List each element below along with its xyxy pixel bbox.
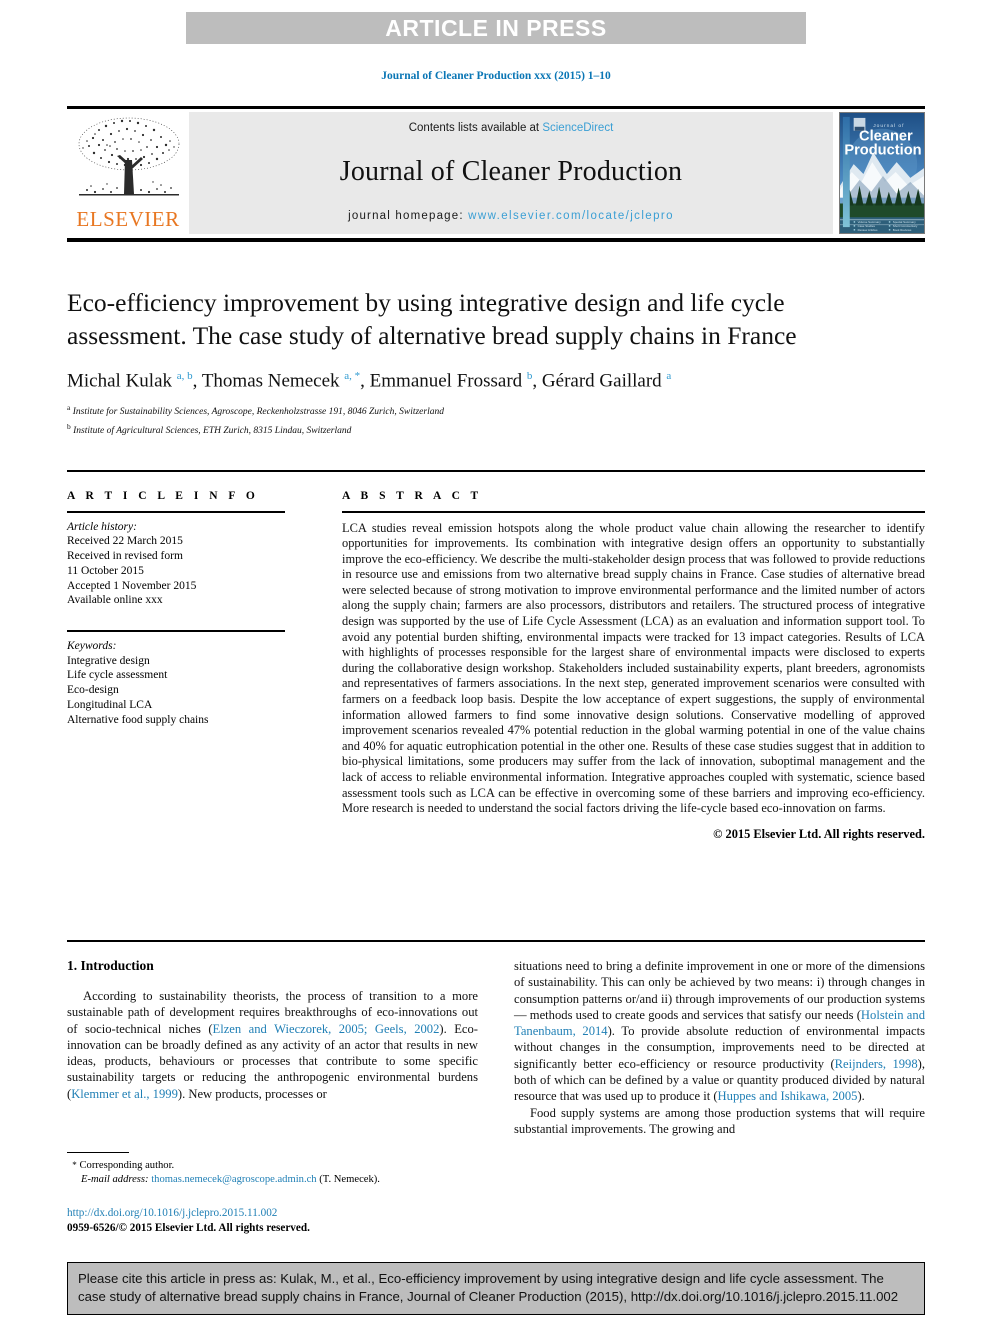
journal-title: Journal of Cleaner Production [339,156,683,187]
elsevier-logo: ELSEVIER [67,112,189,234]
abstract-section-bottom-rule [67,940,925,942]
issn-copyright-line: 0959-6526/© 2015 Elsevier Ltd. All right… [67,1221,310,1234]
masthead-bottom-rule [67,238,925,242]
email-link[interactable]: thomas.nemecek@agroscope.admin.ch [151,1174,316,1185]
affiliation-b-text: Institute of Agricultural Sciences, ETH … [73,426,352,437]
abstract-column: A B S T R A C T LCA studies reveal emiss… [342,490,925,842]
corresponding-author-text: Corresponding author. [79,1160,175,1171]
keyword-4: Alternative food supply chains [67,713,209,726]
body-column-left: 1. Introduction According to sustainabil… [67,958,478,1102]
journal-homepage-link[interactable]: www.elsevier.com/locate/jclepro [468,210,674,222]
article-history-line-1: Received in revised form [67,550,183,563]
contents-list-line: Contents lists available at ScienceDirec… [409,122,614,134]
affiliation-list: a Institute for Sustainability Sciences,… [67,401,857,438]
citation-notice-box: Please cite this article in press as: Ku… [67,1262,925,1315]
corresponding-author-footnote: * Corresponding author. E-mail address: … [67,1152,478,1187]
keywords-rule [67,630,285,632]
title-block: Eco-efficiency improvement by using inte… [67,286,857,440]
article-in-press-label: ARTICLE IN PRESS [385,14,607,41]
journal-cover-art: Journal of Cleaner Production Volume Sum… [840,113,924,233]
keyword-2: Eco-design [67,684,119,697]
elsevier-tree-icon [78,117,180,196]
affiliation-a: a Institute for Sustainability Sciences,… [67,401,857,419]
keywords-block: Keywords: Integrative design Life cycle … [67,639,285,728]
article-in-press-banner: ARTICLE IN PRESS [186,12,806,44]
article-history-line-4: Available online xxx [67,594,163,607]
body-column-right: situations need to bring a definite impr… [514,958,925,1137]
keyword-0: Integrative design [67,654,150,667]
email-label: E-mail address: [81,1174,149,1185]
intro-paragraph-right-2: Food supply systems are among those prod… [514,1105,925,1136]
article-history-line-2: 11 October 2015 [67,564,144,577]
affiliation-b: b Institute of Agricultural Sciences, ET… [67,420,857,438]
abstract-heading: A B S T R A C T [342,490,483,502]
article-history-label: Article history: [67,520,137,533]
article-history-line-3: Accepted 1 November 2015 [67,579,197,592]
keywords-label: Keywords: [67,639,117,652]
article-history-line-0: Received 22 March 2015 [67,535,183,548]
keyword-1: Life cycle assessment [67,669,168,682]
affiliation-mark-b: b [67,422,71,432]
introduction-heading: 1. Introduction [67,958,154,973]
homepage-prefix: journal homepage: [348,210,469,222]
svg-text:Book Reviews: Book Reviews [893,228,912,232]
citation-notice-text: Please cite this article in press as: Ku… [78,1271,899,1304]
abstract-section-top-rule [67,470,925,472]
article-info-column: A R T I C L E I N F O Article history: R… [67,490,285,728]
abstract-text: LCA studies reveal emission hotspots alo… [342,520,926,816]
article-info-heading: A R T I C L E I N F O [67,490,259,502]
contents-prefix: Contents lists available at [408,122,543,134]
sciencedirect-link[interactable]: ScienceDirect [542,122,613,134]
author-list: Michal Kulak a, b, Thomas Nemecek a, *, … [67,370,672,392]
running-head: Journal of Cleaner Production xxx (2015)… [381,70,611,82]
masthead-top-rule [67,106,925,109]
elsevier-wordmark: ELSEVIER [76,207,180,231]
keyword-3: Longitudinal LCA [67,698,153,711]
affiliation-mark-a: a [67,403,71,413]
intro-paragraph-right-1: situations need to bring a definite impr… [514,959,925,1104]
corresponding-author-line: * Corresponding author. [67,1158,478,1173]
intro-paragraph-left-1: According to sustainability theorists, t… [67,989,478,1101]
footnote-rule [67,1152,129,1153]
doi-link[interactable]: http://dx.doi.org/10.1016/j.jclepro.2015… [67,1206,527,1221]
email-line: E-mail address: thomas.nemecek@agroscope… [67,1173,478,1187]
svg-text:Review Articles: Review Articles [858,228,878,232]
footnote-body: * Corresponding author. E-mail address: … [67,1158,478,1187]
corresponding-author-marker: * [72,1160,77,1170]
svg-text:Production: Production [844,142,921,158]
journal-cover-thumbnail: Journal of Cleaner Production Volume Sum… [839,112,925,234]
article-history-block: Article history: Received 22 March 2015 … [67,520,285,609]
journal-masthead: ELSEVIER Contents lists available at Sci… [67,106,925,234]
doi-block: http://dx.doi.org/10.1016/j.jclepro.2015… [67,1206,527,1235]
affiliation-a-text: Institute for Sustainability Sciences, A… [72,407,444,418]
page-title: Eco-efficiency improvement by using inte… [67,288,797,350]
journal-homepage-line: journal homepage: www.elsevier.com/locat… [348,210,674,222]
abstract-copyright: © 2015 Elsevier Ltd. All rights reserved… [713,826,925,841]
email-suffix: (T. Nemecek). [319,1174,380,1185]
abstract-rule [342,511,925,513]
masthead-center-panel: Contents lists available at ScienceDirec… [189,112,833,234]
article-info-rule [67,511,285,513]
